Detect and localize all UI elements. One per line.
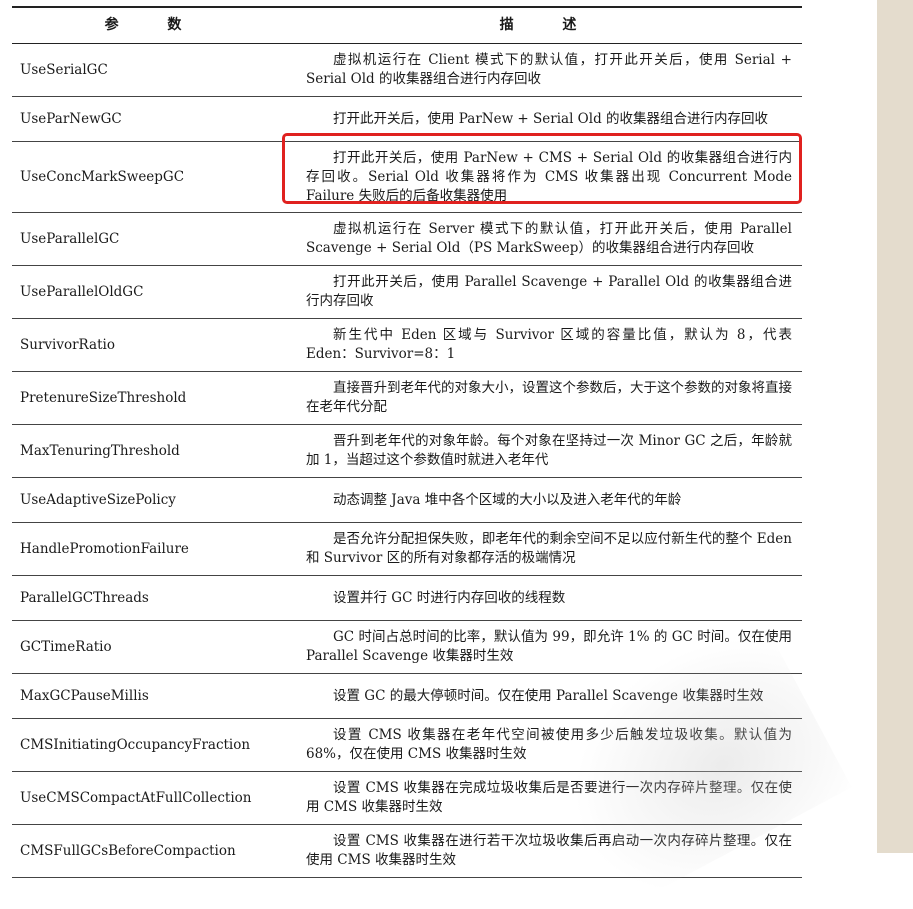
table-row: UseAdaptiveSizePolicy 动态调整 Java 堆中各个区域的大小… — [12, 477, 802, 523]
table-row: HandlePromotionFailure 是否允许分配担保失败，即老年代的剩余… — [12, 522, 802, 576]
param-name: UseParallelGC — [12, 212, 296, 266]
param-name: MaxGCPauseMillis — [12, 673, 296, 719]
param-description: 晋升到老年代的对象年龄。每个对象在坚持过一次 Minor GC 之后，年龄就加 … — [296, 424, 802, 478]
param-name: ParallelGCThreads — [12, 575, 296, 621]
param-name: UseParNewGC — [12, 96, 296, 142]
param-name: PretenureSizeThreshold — [12, 371, 296, 425]
param-name: UseParallelOldGC — [12, 265, 296, 319]
param-description: 打开此开关后，使用 Parallel Scavenge + Parallel O… — [296, 265, 802, 319]
param-description: 设置并行 GC 时进行内存回收的线程数 — [296, 575, 802, 621]
param-name: UseCMSCompactAtFullCollection — [12, 771, 296, 825]
param-name: GCTimeRatio — [12, 620, 296, 674]
table-row: UseParallelGC 虚拟机运行在 Server 模式下的默认值，打开此开关… — [12, 212, 802, 266]
highlight-box — [282, 133, 802, 204]
param-description: 直接晋升到老年代的对象大小，设置这个参数后，大于这个参数的对象将直接在老年代分配 — [296, 371, 802, 425]
page-edge-background — [877, 0, 913, 853]
param-description: 是否允许分配担保失败，即老年代的剩余空间不足以应付新生代的整个 Eden 和 S… — [296, 522, 802, 576]
table-row: UseParallelOldGC 打开此开关后，使用 Parallel Scave… — [12, 265, 802, 319]
table-row: SurvivorRatio 新生代中 Eden 区域与 Survivor 区域的容… — [12, 318, 802, 372]
table-row: PretenureSizeThreshold 直接晋升到老年代的对象大小，设置这个… — [12, 371, 802, 425]
param-name: UseConcMarkSweepGC — [12, 141, 296, 213]
param-column-header: 参 数 — [12, 6, 296, 44]
param-description: 动态调整 Java 堆中各个区域的大小以及进入老年代的年龄 — [296, 477, 802, 523]
param-name: HandlePromotionFailure — [12, 522, 296, 576]
param-description: 虚拟机运行在 Client 模式下的默认值，打开此开关后，使用 Serial +… — [296, 43, 802, 97]
param-name: UseSerialGC — [12, 43, 296, 97]
table-row: MaxTenuringThreshold 晋升到老年代的对象年龄。每个对象在坚持过… — [12, 424, 802, 478]
param-name: MaxTenuringThreshold — [12, 424, 296, 478]
param-name: SurvivorRatio — [12, 318, 296, 372]
document-page: 参 数 描 述 UseSerialGC 虚拟机运行在 Client 模式下的默认值… — [0, 0, 877, 909]
desc-column-header: 描 述 — [296, 6, 802, 44]
param-description: 新生代中 Eden 区域与 Survivor 区域的容量比值，默认为 8，代表 … — [296, 318, 802, 372]
param-name: UseAdaptiveSizePolicy — [12, 477, 296, 523]
param-name: CMSInitiatingOccupancyFraction — [12, 718, 296, 772]
table-header-row: 参 数 描 述 — [12, 6, 802, 44]
param-description: 虚拟机运行在 Server 模式下的默认值，打开此开关后，使用 Parallel… — [296, 212, 802, 266]
table-row: UseSerialGC 虚拟机运行在 Client 模式下的默认值，打开此开关后，… — [12, 43, 802, 97]
param-name: CMSFullGCsBeforeCompaction — [12, 824, 296, 878]
table-row: ParallelGCThreads 设置并行 GC 时进行内存回收的线程数 — [12, 575, 802, 621]
